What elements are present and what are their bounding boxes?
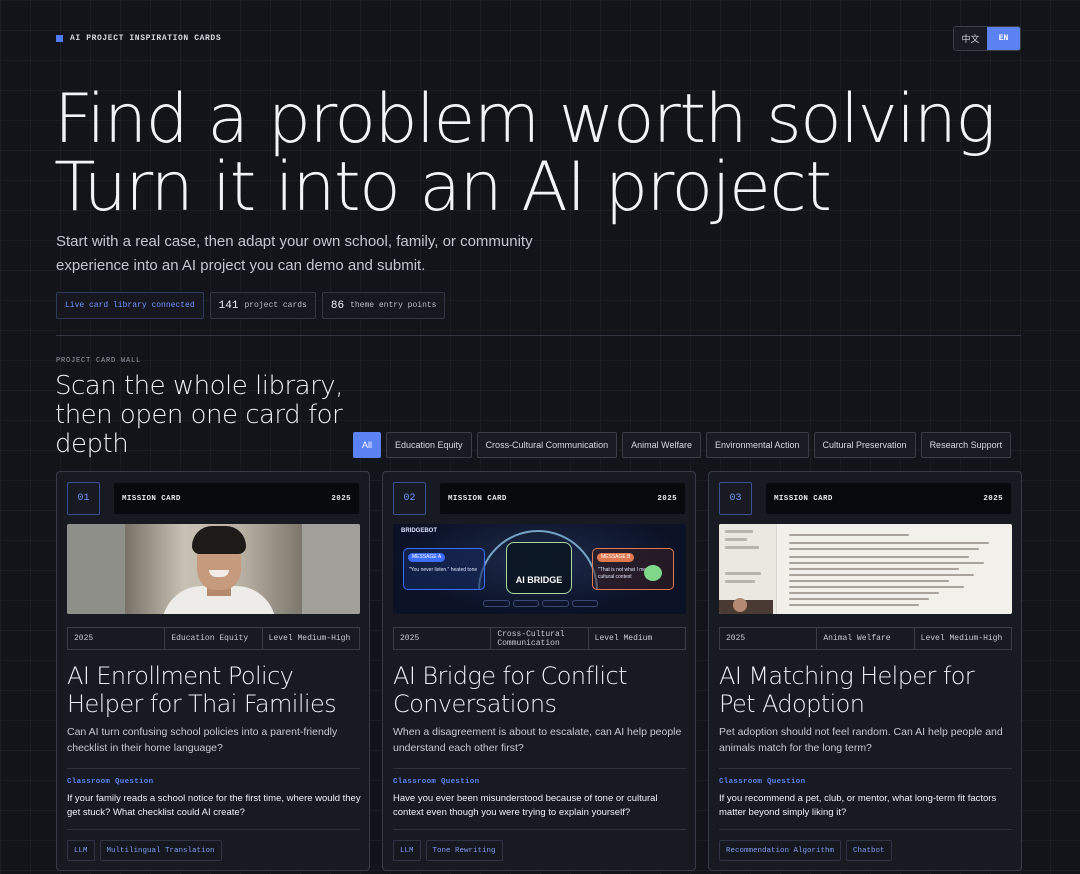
wall-label: PROJECT CARD WALL — [56, 357, 142, 365]
meta-year: 2025 — [68, 628, 166, 649]
filter-all[interactable]: All — [353, 432, 382, 458]
card-header-label: MISSION CARD — [448, 494, 507, 503]
filter-cross-cultural[interactable]: Cross-Cultural Communication — [476, 432, 618, 458]
card-header-year: 2025 — [331, 494, 351, 503]
card-header-year: 2025 — [983, 494, 1003, 503]
filter-cultural-preservation[interactable]: Cultural Preservation — [813, 432, 916, 458]
classroom-question-text: If you recommend a pet, club, or mentor,… — [719, 793, 997, 818]
project-card-2[interactable]: 02 MISSION CARD 2025 BRIDGEBOT MESSAGE A… — [382, 471, 696, 871]
classroom-question-text: If your family reads a school notice for… — [67, 793, 361, 818]
message-b-pill: MESSAGE B — [597, 553, 635, 562]
filter-environmental-action[interactable]: Environmental Action — [705, 432, 809, 458]
filter-education-equity[interactable]: Education Equity — [386, 432, 472, 458]
meta-theme: Education Equity — [165, 628, 263, 649]
hero-title: Find a problem worth solving Turn it int… — [54, 80, 996, 227]
project-cards-count: 141 — [218, 299, 239, 312]
card-divider — [67, 768, 360, 769]
card-divider — [393, 768, 686, 769]
card-header-label: MISSION CARD — [774, 494, 833, 503]
card-divider — [393, 829, 686, 830]
filter-research-support[interactable]: Research Support — [920, 432, 1012, 458]
language-toggle: 中文 EN — [953, 26, 1021, 51]
card-meta: 2025 Cross-Cultural Communication Level … — [393, 627, 686, 650]
card-tags: LLM Tone Rewriting — [393, 840, 503, 861]
project-card-1[interactable]: 01 MISSION CARD 2025 2025 Education Equi… — [56, 471, 370, 871]
message-b-box: MESSAGE B "That is not what I meant." cu… — [592, 548, 674, 590]
classroom-question-text: Have you ever been misunderstood because… — [393, 793, 658, 818]
meta-year: 2025 — [720, 628, 818, 649]
robot-icon — [644, 565, 662, 581]
card-number: 02 — [393, 482, 426, 515]
tag[interactable]: LLM — [393, 840, 421, 861]
filter-bar: All Education Equity Cross-Cultural Comm… — [353, 432, 1021, 458]
card-description: When a disagreement is about to escalate… — [393, 726, 682, 754]
project-cards-label: project cards — [244, 301, 307, 310]
classroom-question-label: Classroom Question — [719, 778, 806, 786]
classroom-question-label: Classroom Question — [393, 778, 480, 786]
project-cards-stat: 141 project cards — [209, 292, 316, 319]
brand-title: AI PROJECT INSPIRATION CARDS — [70, 34, 222, 43]
tag[interactable]: Multilingual Translation — [99, 840, 222, 861]
card-image-screenshot — [719, 524, 1012, 614]
message-a-box: MESSAGE A "You never listen." heated ton… — [403, 548, 485, 590]
theme-entry-label: theme entry points — [350, 301, 437, 310]
card-description: Pet adoption should not feel random. Can… — [719, 726, 1003, 754]
tag[interactable]: Tone Rewriting — [425, 840, 503, 861]
card-tags: Recommendation Algorithm Chatbot — [719, 840, 892, 861]
meta-level: Level Medium-High — [268, 634, 351, 643]
ai-bridge-label: AI BRIDGE — [515, 575, 563, 585]
meta-year: 2025 — [394, 628, 492, 649]
project-card-3[interactable]: 03 MISSION CARD 2025 2025 Animal Welfare… — [708, 471, 1022, 871]
live-status-badge: Live card library connected — [56, 292, 204, 319]
tag[interactable]: LLM — [67, 840, 95, 861]
tag[interactable]: Chatbot — [846, 840, 892, 861]
card-header: MISSION CARD 2025 — [440, 483, 685, 514]
ai-bridge-core: AI BRIDGE — [506, 542, 662, 594]
message-a-text: "You never listen." heated tone — [409, 567, 478, 573]
card-header: MISSION CARD 2025 — [766, 483, 1011, 514]
card-description: Can AI turn confusing school policies in… — [67, 726, 338, 754]
card-header-label: MISSION CARD — [122, 494, 181, 503]
card-title: AI Bridge for Conflict Conversations — [393, 662, 627, 718]
card-tags: LLM Multilingual Translation — [67, 840, 222, 861]
card-divider — [719, 768, 1012, 769]
meta-theme: Cross-Cultural Communication — [491, 628, 589, 649]
card-divider — [719, 829, 1012, 830]
card-meta: 2025 Animal Welfare Level Medium-High — [719, 627, 1012, 650]
card-title: AI Enrollment Policy Helper for Thai Fam… — [67, 662, 337, 718]
card-header-year: 2025 — [657, 494, 677, 503]
card-number: 01 — [67, 482, 100, 515]
card-header: MISSION CARD 2025 — [114, 483, 359, 514]
message-a-pill: MESSAGE A — [408, 553, 446, 562]
card-number: 03 — [719, 482, 752, 515]
hero-subtitle: Start with a real case, then adapt your … — [56, 233, 533, 274]
tag[interactable]: Recommendation Algorithm — [719, 840, 842, 861]
card-meta: 2025 Education Equity Level Medium-High — [67, 627, 360, 650]
lang-zh-button[interactable]: 中文 — [954, 27, 987, 50]
brand-square-icon — [56, 35, 63, 42]
card-image-bridgebot: BRIDGEBOT MESSAGE A "You never listen." … — [393, 524, 686, 614]
wall-title: Scan the whole library, then open one ca… — [55, 371, 343, 459]
hero-title-line2: Turn it into an AI project — [54, 148, 832, 227]
hero-title-line1: Find a problem worth solving — [54, 80, 996, 159]
bridgebot-app-label: BRIDGEBOT — [401, 528, 437, 534]
card-divider — [67, 829, 360, 830]
theme-entry-stat: 86 theme entry points — [321, 292, 446, 319]
section-divider — [56, 335, 1021, 336]
lang-en-button[interactable]: EN — [987, 27, 1020, 50]
classroom-question-label: Classroom Question — [67, 778, 154, 786]
stats-row: Live card library connected 141 project … — [56, 292, 446, 319]
card-image-photo — [67, 524, 360, 614]
theme-entry-count: 86 — [330, 299, 345, 312]
brand: AI PROJECT INSPIRATION CARDS — [56, 34, 221, 43]
meta-level: Level Medium — [594, 634, 653, 643]
meta-level: Level Medium-High — [920, 634, 1003, 643]
card-title: AI Matching Helper for Pet Adoption — [719, 662, 975, 718]
meta-theme: Animal Welfare — [817, 628, 915, 649]
filter-animal-welfare[interactable]: Animal Welfare — [622, 432, 701, 458]
